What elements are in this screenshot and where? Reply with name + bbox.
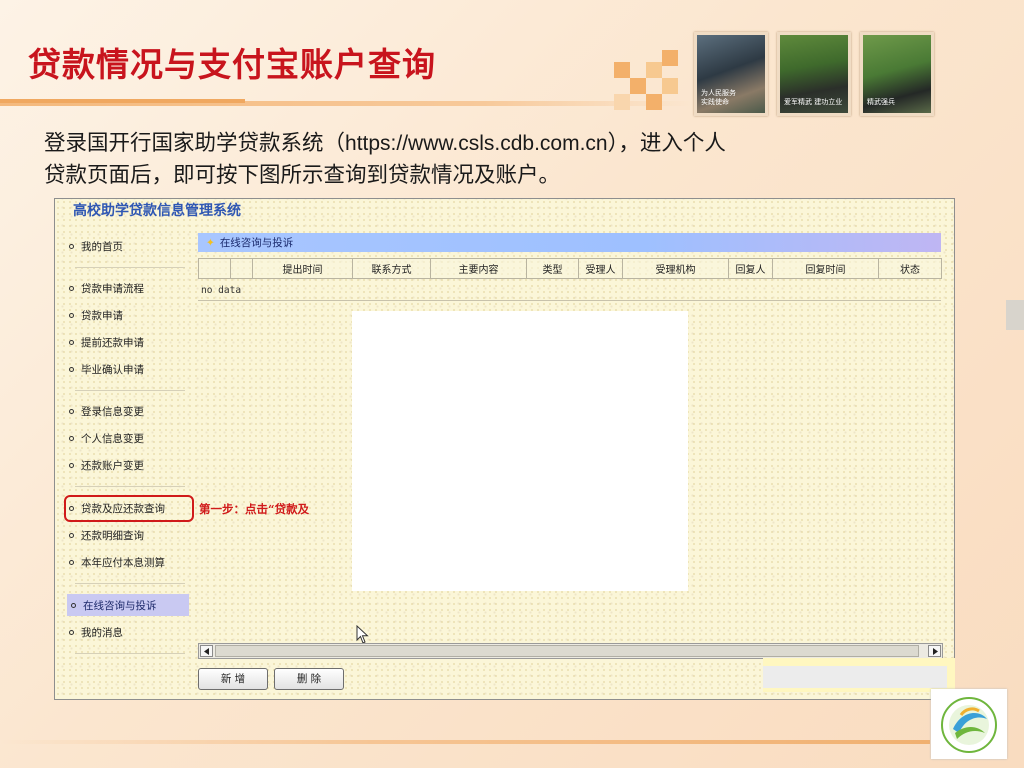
system-url: https://www.csls.cdb.com.cn: [345, 132, 608, 155]
bullet-icon: [69, 436, 74, 441]
bullet-icon: [69, 313, 74, 318]
col-header-reply-time[interactable]: 回复时间: [772, 258, 879, 279]
menu-item-label: 提前还款申请: [81, 337, 144, 349]
col-header-handling-org[interactable]: 受理机构: [622, 258, 729, 279]
menu-item-annual-interest-calc[interactable]: 本年应付本息测算: [69, 555, 165, 570]
horizontal-scrollbar[interactable]: [198, 643, 943, 659]
arrow-right-icon: [932, 648, 938, 655]
bullet-icon: [69, 367, 74, 372]
menu-item-label: 毕业确认申请: [81, 364, 144, 376]
scroll-left-button[interactable]: [200, 645, 213, 657]
bullet-icon: [69, 463, 74, 468]
menu-item-home[interactable]: 我的首页: [69, 239, 123, 254]
menu-item-early-repay[interactable]: 提前还款申请: [69, 335, 144, 350]
col-header-status[interactable]: 状态: [878, 258, 942, 279]
blank-overlay: [352, 311, 688, 591]
panel-header: ✦ 在线咨询与投诉: [198, 233, 941, 252]
menu-divider: [75, 390, 185, 391]
scrollbar-thumb[interactable]: [215, 645, 919, 657]
body-text-part: 登录国开行国家助学贷款系统（: [44, 131, 346, 156]
menu-item-label: 还款明细查询: [81, 530, 144, 542]
empty-message: no data: [201, 285, 242, 296]
panel-title: 在线咨询与投诉: [219, 237, 294, 249]
menu-item-label: 贷款申请: [81, 310, 123, 322]
menu-divider: [75, 267, 185, 268]
menu-item-label: 我的消息: [81, 627, 123, 639]
footer-rule: [0, 740, 930, 744]
photo-caption: 爱军精武 建功立业: [784, 98, 843, 106]
col-header-type[interactable]: 类型: [526, 258, 579, 279]
checker-decoration: [614, 50, 684, 110]
menu-divider: [75, 653, 185, 654]
step-annotation: 第一步：点击“贷款及: [199, 502, 310, 516]
slide-title: 贷款情况与支付宝账户查询: [28, 45, 436, 84]
menu-item-label: 贷款申请流程: [81, 283, 144, 295]
photo-caption: 精武强兵: [867, 98, 895, 106]
student-aid-logo-icon: [941, 697, 997, 753]
photo-soldiers-group: 爱军精武 建功立业: [777, 32, 851, 116]
title-underline-accent: [0, 99, 245, 103]
table-header-row: 提出时间 联系方式 主要内容 类型 受理人 受理机构 回复人 回复时间 状态: [198, 258, 942, 279]
consult-table: 提出时间 联系方式 主要内容 类型 受理人 受理机构 回复人 回复时间 状态: [198, 258, 942, 279]
col-header[interactable]: [198, 258, 231, 279]
delete-button[interactable]: 删 除: [274, 668, 344, 690]
menu-item-label: 我的首页: [81, 241, 123, 253]
menu-item-loan-process[interactable]: 贷款申请流程: [69, 281, 144, 296]
menu-item-my-messages[interactable]: 我的消息: [69, 625, 123, 640]
col-header-content[interactable]: 主要内容: [430, 258, 527, 279]
bullet-icon: [69, 533, 74, 538]
logo: [931, 689, 1007, 759]
menu-item-online-consult[interactable]: 在线咨询与投诉: [67, 594, 189, 616]
menu-item-repay-account-change[interactable]: 还款账户变更: [69, 458, 144, 473]
bullet-icon: [69, 286, 74, 291]
system-screenshot: 高校助学贷款信息管理系统 我的首页 贷款申请流程 贷款申请 提前还款申请 毕业确…: [54, 198, 955, 700]
photo-soldier-portrait: 为人民服务 实践使命: [694, 32, 768, 116]
menu-item-label: 登录信息变更: [81, 406, 144, 418]
col-header-submit-time[interactable]: 提出时间: [252, 258, 353, 279]
body-text-part: 贷款页面后，即可按下图所示查询到贷款情况及账户。: [44, 163, 561, 188]
col-header[interactable]: [230, 258, 253, 279]
add-button[interactable]: 新 增: [198, 668, 268, 690]
menu-item-repay-detail-query[interactable]: 还款明细查询: [69, 528, 144, 543]
menu-item-label: 个人信息变更: [81, 433, 144, 445]
menu-item-login-info-change[interactable]: 登录信息变更: [69, 404, 144, 419]
bullet-icon: [69, 409, 74, 414]
slide-body-text: 登录国开行国家助学贷款系统（https://www.csls.cdb.com.c…: [44, 128, 984, 192]
col-header-contact[interactable]: 联系方式: [352, 258, 431, 279]
photo-caption: 为人民服务 实践使命: [701, 89, 736, 106]
menu-item-label: 还款账户变更: [81, 460, 144, 472]
menu-item-graduation-confirm[interactable]: 毕业确认申请: [69, 362, 144, 377]
photo-soldiers-dog: 精武强兵: [860, 32, 934, 116]
menu-item-personal-info-change[interactable]: 个人信息变更: [69, 431, 144, 446]
bullet-icon: [69, 560, 74, 565]
col-header-handler[interactable]: 受理人: [578, 258, 623, 279]
system-title: 高校助学贷款信息管理系统: [73, 203, 241, 219]
col-header-replier[interactable]: 回复人: [728, 258, 773, 279]
highlight-box: [64, 495, 194, 522]
menu-item-loan-apply[interactable]: 贷款申请: [69, 308, 123, 323]
menu-divider: [75, 583, 185, 584]
menu-item-label: 本年应付本息测算: [81, 557, 165, 569]
body-text-part: ），进入个人: [607, 131, 726, 156]
scroll-right-button[interactable]: [928, 645, 941, 657]
bullet-icon: [71, 603, 76, 608]
corner-decoration: [1006, 300, 1024, 330]
star-icon: ✦: [206, 237, 215, 249]
redacted-strip: [763, 658, 955, 692]
bullet-icon: [69, 630, 74, 635]
menu-item-label: 在线咨询与投诉: [83, 600, 157, 612]
mouse-cursor-icon: [356, 625, 369, 644]
arrow-left-icon: [203, 648, 209, 655]
row-divider: [198, 300, 941, 301]
menu-divider: [75, 486, 185, 487]
bullet-icon: [69, 340, 74, 345]
bullet-icon: [69, 244, 74, 249]
